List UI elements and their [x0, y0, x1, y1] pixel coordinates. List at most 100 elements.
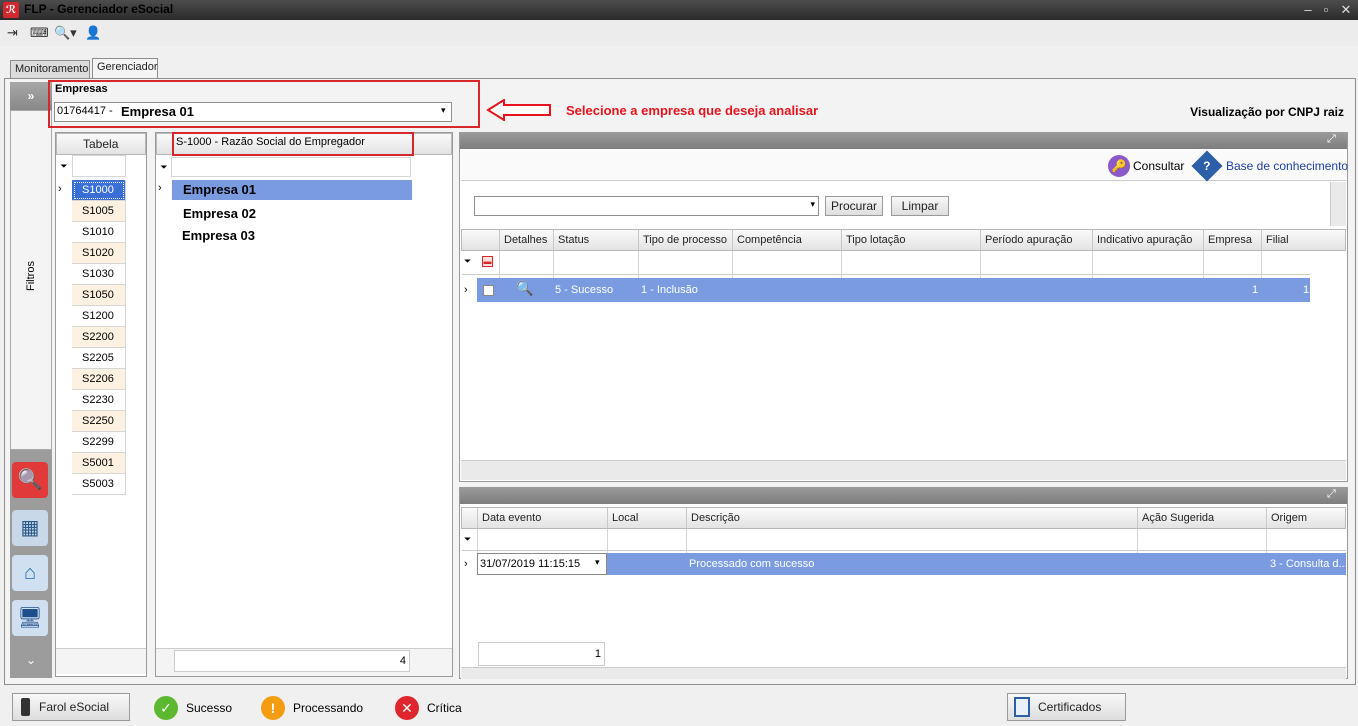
- chevron-down-icon: ▾: [595, 557, 600, 567]
- events-column-header[interactable]: Descrição: [686, 508, 1137, 528]
- result-column-header[interactable]: Indicativo apuração: [1092, 230, 1203, 250]
- event-date: 31/07/2019 11:15:15: [480, 558, 581, 570]
- result-column-header[interactable]: Detalhes: [499, 230, 553, 250]
- tabela-row[interactable]: S5003: [72, 474, 126, 495]
- tabela-row[interactable]: S2206: [72, 369, 126, 390]
- window-title: FLP - Gerenciador eSocial: [24, 2, 174, 16]
- result-empresa: 1: [1252, 284, 1259, 296]
- row-pointer-icon: ›: [158, 182, 162, 194]
- title-bar: [0, 0, 1358, 20]
- maximize-icon[interactable]: ⤢: [1327, 133, 1336, 146]
- tabela-footer: [56, 648, 146, 674]
- tabela-row[interactable]: S1010: [72, 222, 126, 243]
- razao-row[interactable]: Empresa 02: [183, 206, 256, 221]
- tabela-filter-input[interactable]: [72, 155, 126, 177]
- procurar-button[interactable]: Procurar: [825, 196, 883, 216]
- limpar-button[interactable]: Limpar: [891, 196, 949, 216]
- tabela-row[interactable]: S1005: [72, 201, 126, 222]
- expand-toggle-button[interactable]: »: [10, 82, 52, 110]
- event-date-picker[interactable]: 31/07/2019 11:15:15 ▾: [477, 553, 607, 575]
- details-magnifier-icon[interactable]: 🔍: [515, 280, 535, 300]
- event-descricao: Processado com sucesso: [689, 558, 815, 570]
- search-select[interactable]: ▾: [474, 196, 819, 216]
- result-filter-row: [462, 251, 1310, 275]
- chevron-down-icon: ▾: [810, 199, 815, 209]
- traffic-light-icon: [21, 698, 30, 716]
- scrollbar[interactable]: [1330, 182, 1346, 226]
- tabela-row[interactable]: S1000: [72, 180, 126, 201]
- tabela-header[interactable]: Tabela: [56, 133, 146, 155]
- filter-icon[interactable]: ⏷: [56, 155, 72, 177]
- maximize-icon[interactable]: ⤢: [1327, 488, 1336, 501]
- empresas-select[interactable]: 01764417 - Empresa 01 ▾: [54, 102, 452, 122]
- filter-icon[interactable]: ⏷: [157, 157, 171, 177]
- base-conhecimento-link[interactable]: Base de conhecimento: [1226, 159, 1348, 173]
- result-column-header[interactable]: Período apuração: [980, 230, 1092, 250]
- tabela-row[interactable]: S1020: [72, 243, 126, 264]
- tabela-row[interactable]: S1050: [72, 285, 126, 306]
- close-icon[interactable]: ✕: [1338, 2, 1354, 18]
- result-column-header[interactable]: Filial: [1261, 230, 1311, 250]
- row-pointer-icon: ›: [464, 284, 468, 296]
- tab-gerenciador[interactable]: Gerenciador: [92, 58, 158, 79]
- empresa-code: 01764417 -: [57, 105, 113, 117]
- tabela-row[interactable]: S1030: [72, 264, 126, 285]
- tabela-row[interactable]: S2250: [72, 411, 126, 432]
- restore-icon[interactable]: ▫: [1318, 2, 1334, 18]
- search-dropdown-icon[interactable]: 🔍▾: [54, 24, 77, 42]
- tabela-row[interactable]: S2205: [72, 348, 126, 369]
- panel-bar: [460, 488, 1347, 504]
- key-icon: 🔑: [1108, 155, 1130, 177]
- computer-nav-icon[interactable]: 🖥: [12, 600, 48, 636]
- processando-label: Processando: [293, 701, 364, 715]
- event-origem: 3 - Consulta d...: [1270, 558, 1348, 570]
- tabela-row[interactable]: S2200: [72, 327, 126, 348]
- clear-filter-icon[interactable]: ▬: [482, 256, 493, 267]
- result-column-header[interactable]: Tipo de processo: [638, 230, 732, 250]
- tabela-row[interactable]: S5001: [72, 453, 126, 474]
- tab-monitoramento[interactable]: Monitoramento: [10, 60, 90, 78]
- razao-count: 4: [174, 650, 410, 672]
- tabela-row[interactable]: S2299: [72, 432, 126, 453]
- search-nav-icon[interactable]: 🔍: [12, 462, 48, 498]
- view-mode-label: Visualização por CNPJ raiz: [1190, 105, 1344, 119]
- row-checkbox[interactable]: [483, 285, 494, 296]
- panel-bar: [460, 133, 1347, 149]
- chevron-down-icon[interactable]: ⌄: [10, 645, 52, 675]
- razao-row[interactable]: Empresa 01: [183, 182, 256, 197]
- result-column-header[interactable]: Empresa: [1203, 230, 1261, 250]
- result-column-header[interactable]: Tipo lotação: [841, 230, 980, 250]
- film-nav-icon[interactable]: ▦: [12, 510, 48, 546]
- home-nav-icon[interactable]: ⌂: [12, 555, 48, 591]
- flp-logo-icon: ℛ: [3, 2, 19, 18]
- tabela-row[interactable]: S2230: [72, 390, 126, 411]
- razao-filter-input[interactable]: [171, 157, 411, 177]
- razao-row[interactable]: Empresa 03: [182, 228, 255, 243]
- arrow-left-icon: [486, 98, 552, 122]
- empresa-name: Empresa 01: [121, 104, 194, 119]
- events-column-header[interactable]: Ação Sugerida: [1137, 508, 1266, 528]
- result-column-header[interactable]: Competência: [732, 230, 841, 250]
- events-column-header[interactable]: Data evento: [477, 508, 607, 528]
- user-icon[interactable]: 👤: [85, 24, 101, 42]
- filter-icon[interactable]: ⏷: [464, 256, 471, 267]
- keyboard-icon[interactable]: ⌨: [30, 24, 49, 42]
- events-count: 1: [478, 642, 605, 666]
- consultar-button[interactable]: Consultar: [1133, 159, 1184, 173]
- events-row[interactable]: [477, 553, 1346, 575]
- farol-esocial-button[interactable]: Farol eSocial: [12, 693, 130, 721]
- events-column-header[interactable]: Local: [607, 508, 686, 528]
- filter-icon[interactable]: ⏷: [464, 534, 471, 545]
- result-column-header[interactable]: Status: [553, 230, 638, 250]
- processing-alert-icon: !: [261, 696, 285, 720]
- events-filter-row: [462, 529, 1346, 551]
- certificados-button[interactable]: Certificados: [1007, 693, 1126, 721]
- razao-header-label: S-1000 - Razão Social do Empregador: [176, 136, 365, 148]
- consulta-panel: [459, 132, 1348, 482]
- horizontal-scrollbar[interactable]: [461, 667, 1346, 679]
- exit-icon[interactable]: ⇥: [7, 24, 18, 42]
- events-column-header[interactable]: Origem: [1266, 508, 1346, 528]
- minimize-icon[interactable]: –: [1300, 2, 1316, 18]
- tabela-row[interactable]: S1200: [72, 306, 126, 327]
- farol-label: Farol eSocial: [39, 700, 110, 714]
